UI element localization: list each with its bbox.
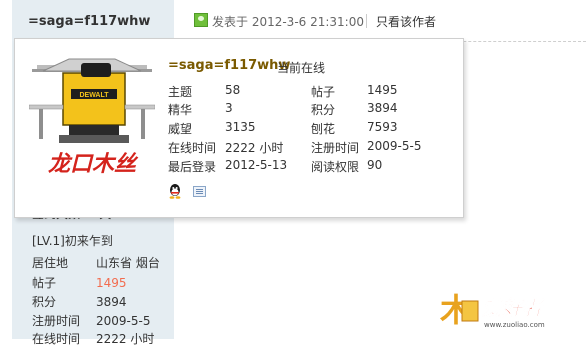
stat-value: 3894 (367, 101, 398, 115)
stat-label: 最后登录 (168, 160, 217, 174)
stat-value: 90 (367, 158, 383, 172)
stat-value: 3135 (225, 120, 256, 134)
stat-label: 积分 (311, 103, 336, 117)
stat-label: 威望 (168, 122, 193, 136)
avatar[interactable]: DEWALT 龙口木丝 (29, 49, 155, 179)
stat-value: 2009-5-5 (367, 139, 422, 153)
meta-divider (366, 14, 367, 28)
info-value: 2009-5-5 (96, 314, 151, 328)
popup-username[interactable]: =saga=f117whw (168, 58, 290, 73)
svg-text:龙口木丝: 龙口木丝 (48, 151, 139, 177)
info-row-posts: 帖子 1495 (32, 274, 127, 291)
info-value[interactable]: 1495 (96, 276, 127, 290)
info-label: 帖子 (32, 276, 57, 290)
stat-label: 刨花 (311, 122, 336, 136)
stat-label: 主题 (168, 85, 193, 99)
user-info-popup: DEWALT 龙口木丝 =saga=f117whw 当前在线 主题 58 帖子 … (14, 38, 464, 218)
post-timestamp: 发表于 2012-3-6 21:31:00 (212, 15, 364, 29)
info-row-credits: 积分 3894 (32, 293, 127, 310)
online-status-icon (194, 13, 208, 27)
profile-card-icon[interactable] (193, 186, 206, 197)
post-meta-bar: 发表于 2012-3-6 21:31:00 只看该作者 (174, 0, 586, 42)
qq-icon[interactable] (168, 183, 182, 199)
info-label: 积分 (32, 295, 57, 309)
username-link[interactable]: =saga=f117whw (28, 14, 150, 29)
info-label: 居住地 (32, 256, 69, 270)
stat-value: 7593 (367, 120, 398, 134)
stat-label: 精华 (168, 103, 193, 117)
info-row-register: 注册时间 2009-5-5 (32, 312, 150, 329)
stat-value: 2012-5-13 (225, 158, 288, 172)
stat-label: 帖子 (311, 85, 336, 99)
stat-value[interactable]: 58 (225, 83, 240, 97)
stat-value: 2222 小时 (225, 141, 284, 155)
stat-label: 阅读权限 (311, 160, 360, 174)
user-level[interactable]: [LV.1]初来乍到 (32, 232, 113, 249)
info-label: 注册时间 (32, 314, 81, 328)
site-watermark-logo: 木 爱好者 www.zuoliao.com (440, 291, 545, 329)
stat-value: 3 (225, 101, 233, 115)
stat-label: 注册时间 (311, 141, 360, 155)
only-author-link[interactable]: 只看该作者 (376, 13, 436, 30)
svg-text:www.zuoliao.com: www.zuoliao.com (484, 321, 545, 329)
online-status: 当前在线 (277, 61, 326, 75)
stat-label: 在线时间 (168, 141, 217, 155)
info-row-location: 居住地 山东省 烟台 (32, 254, 160, 271)
info-value: 山东省 烟台 (96, 256, 160, 270)
info-value: 3894 (96, 295, 127, 309)
svg-text:爱好者: 爱好者 (482, 296, 545, 320)
svg-text:DEWALT: DEWALT (79, 92, 109, 99)
stat-value[interactable]: 1495 (367, 83, 398, 97)
